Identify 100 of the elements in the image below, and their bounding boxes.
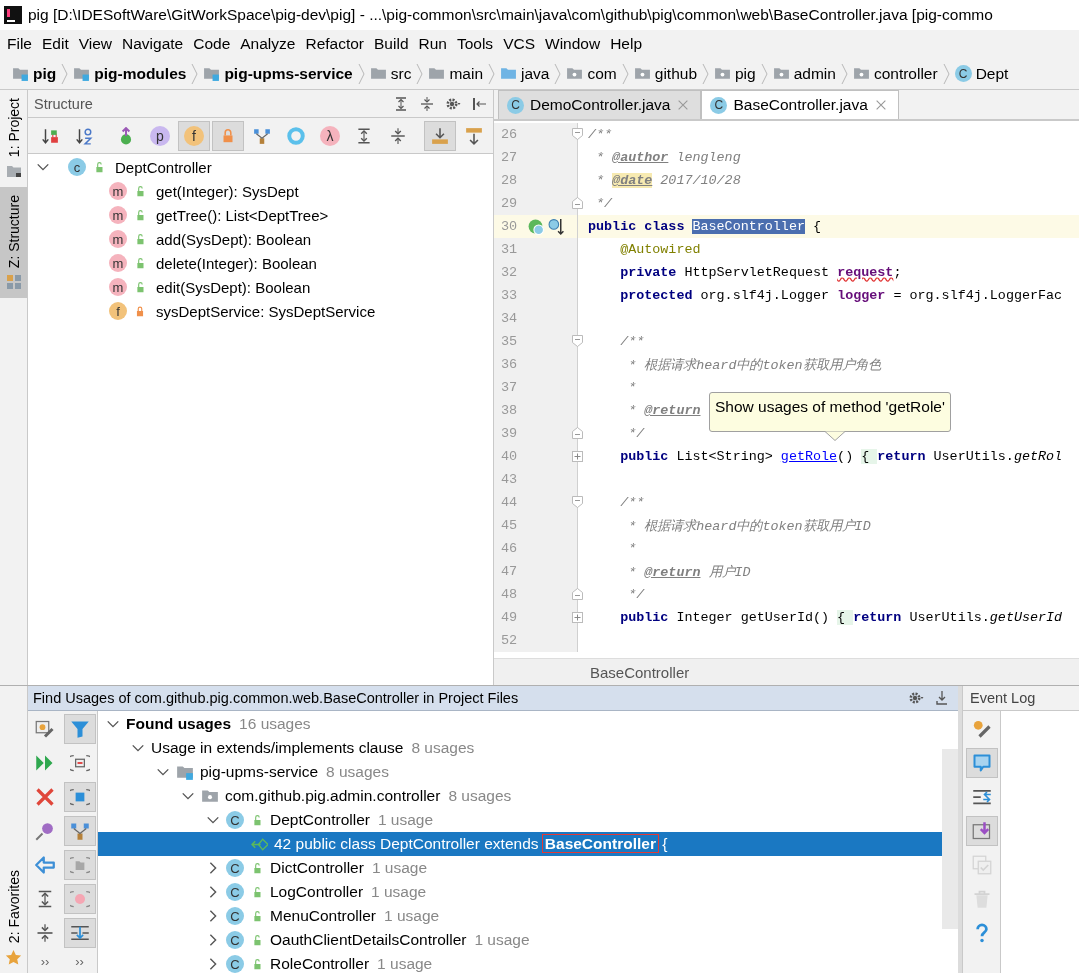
toolbar-button[interactable] [965,748,998,778]
usage-count: 8 usages [326,763,389,781]
toolbar-button[interactable] [63,816,96,846]
line-number: 47 [501,564,518,579]
tree-item[interactable]: MenuController [270,907,376,925]
expand-icon[interactable] [393,95,409,112]
breadcrumb-item[interactable]: BaseController [590,663,690,681]
preview-icon [69,753,90,773]
line-number: 46 [501,541,518,556]
breadcrumb-item[interactable]: pig [33,64,57,83]
menu-item[interactable]: Window [540,35,606,53]
panel-title: Event Log [970,690,1036,706]
upload-icon [465,126,483,145]
toolbar-button[interactable]: λ [314,120,346,151]
download-icon[interactable] [934,690,950,706]
breadcrumb-item[interactable]: Dept [975,64,1009,83]
line-number: 26 [501,127,518,142]
checkbox-icon [971,855,992,875]
file-tab[interactable]: C DemoController.java [498,90,702,119]
collapse-icon[interactable] [419,95,435,112]
expand-fold-icon[interactable] [572,451,583,462]
tool-window-tab[interactable]: 2: Favorites [5,869,22,943]
tree-item[interactable]: edit(SysDept): Boolean [156,278,311,296]
menu-item[interactable]: VCS [498,35,540,53]
menu-item[interactable]: Run [413,35,452,53]
menu-item[interactable]: Build [369,35,414,53]
tree-item[interactable]: delete(Integer): Boolean [156,254,317,272]
breadcrumb-item[interactable]: com [587,64,617,83]
tree-item[interactable]: DictController [270,859,364,877]
usage-count: 8 usages [448,787,512,805]
fold-marker-icon[interactable] [572,197,583,209]
code-line: @Autowired [619,242,701,257]
toolbar-button[interactable]: f [178,120,210,151]
settings-icon[interactable] [908,690,924,706]
window-title: pig [D:\IDESoftWare\GitWorkSpace\pig-dev\pig] - ...\pig-common\src\main\java\com\github\pig\common\web\BaseController.java [pig-commo [28,6,993,24]
square-icon [69,787,90,807]
tree-item[interactable]: add(SysDept): Boolean [156,230,312,248]
toolbar-button[interactable] [424,120,456,151]
chat-icon [971,753,992,773]
toolbar-button[interactable] [965,816,998,846]
breadcrumb-item[interactable]: src [390,64,412,83]
class-icon: C [226,955,244,973]
file-tab[interactable]: C BaseController.java [701,90,899,119]
menu-item[interactable]: Help [605,35,648,53]
toolbar-button[interactable] [63,918,96,948]
menu-item[interactable]: View [73,35,118,53]
line-number: 49 [501,610,518,625]
menu-item[interactable]: Analyze [235,35,301,53]
menu-item[interactable]: Code [188,35,236,53]
breadcrumb-item[interactable]: github [654,64,697,83]
breadcrumb-item[interactable]: main [449,64,484,83]
method-icon: m [109,278,127,296]
tree-item[interactable]: RoleController [270,955,370,973]
download-icon [431,126,449,145]
breadcrumb-item[interactable]: pig [735,64,756,83]
tool-window-tab[interactable]: 1: Project [0,90,27,188]
fold-marker-icon[interactable] [572,496,583,508]
menu-item[interactable]: File [2,35,37,53]
tree-item[interactable]: Usage in extends/implements clause [151,739,404,757]
tree-item[interactable]: pig-upms-service [200,763,318,781]
chevron-icon [357,62,365,85]
more-tools[interactable]: ›› [75,954,84,969]
package-icon [852,65,870,82]
override-arrow-icon[interactable] [548,218,566,235]
code-line: /** [619,334,645,349]
tree-item[interactable]: DeptController [270,811,370,829]
breadcrumb-item[interactable]: pig-modules [94,64,187,83]
tree-item[interactable]: DeptController [115,158,212,176]
tool-window-tab[interactable]: Z: Structure [0,187,27,299]
fold-marker-icon[interactable] [572,588,583,600]
fold-marker-icon[interactable] [572,128,583,140]
tree-item[interactable]: sysDeptService: SysDeptService [156,302,376,320]
menu-item[interactable]: Refactor [300,35,370,53]
menu-item[interactable]: Tools [451,35,499,53]
tree-item[interactable]: LogController [270,883,364,901]
tree-item[interactable]: getTree(): List<DeptTree> [156,206,329,224]
line-number: 34 [501,311,518,326]
breadcrumb-item[interactable]: java [521,64,550,83]
line-number: 39 [501,426,518,441]
package-icon [714,65,731,82]
toolbar-button[interactable]: p [144,120,176,151]
more-tools[interactable]: ›› [40,954,50,969]
expand-fold-icon[interactable] [572,612,583,623]
breadcrumb-item[interactable]: controller [873,64,938,83]
tree-item[interactable]: com.github.pig.admin.controller [225,787,441,805]
class-icon: C [226,907,244,925]
menu-item[interactable]: Navigate [117,35,189,53]
menu-item[interactable]: Edit [37,35,74,53]
hide-icon[interactable] [471,95,487,112]
breadcrumb-item[interactable]: pig-upms-service [224,64,353,83]
tree-item[interactable]: get(Integer): SysDept [156,182,299,200]
breadcrumb-item[interactable]: admin [793,64,836,83]
fold-marker-icon[interactable] [572,427,583,439]
tooltip-pointer [825,431,845,441]
tree-item[interactable]: OauthClientDetailsController [270,931,467,949]
toolbar-button[interactable] [63,782,96,812]
scrollbar[interactable] [942,749,958,929]
toolbar-button[interactable] [63,714,96,744]
fold-marker-icon[interactable] [572,335,583,347]
tree-item[interactable]: Found usages [126,715,232,733]
